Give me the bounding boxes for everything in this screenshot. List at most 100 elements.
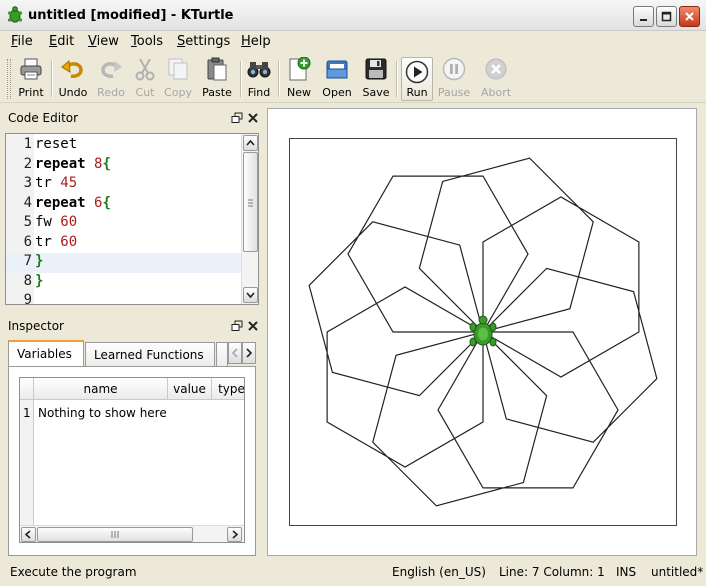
code-line[interactable]: 3 tr 45: [6, 175, 242, 195]
code-text: }: [35, 253, 44, 269]
code-line[interactable]: 5 fw 60: [6, 214, 242, 234]
tab-variables[interactable]: Variables: [8, 340, 84, 367]
pause-button[interactable]: Pause: [437, 57, 471, 101]
inspector-dock-header: Inspector: [5, 317, 261, 337]
scroll-left-button[interactable]: [21, 527, 36, 542]
pause-icon: [442, 57, 466, 81]
code-editor-vertical-scrollbar[interactable]: [241, 134, 258, 304]
chevron-left-icon: [24, 530, 31, 539]
horizontal-scroll-thumb[interactable]: [37, 527, 193, 542]
code-text: reset: [35, 136, 78, 152]
menu-bar: File Edit View Tools Settings Help: [0, 31, 706, 53]
copy-button[interactable]: Copy: [162, 57, 194, 101]
menu-help[interactable]: Help: [241, 34, 271, 49]
play-icon: [405, 60, 429, 84]
menu-edit[interactable]: Edit: [49, 34, 74, 49]
table-row[interactable]: Nothing to show here: [38, 406, 167, 420]
new-button[interactable]: New: [284, 57, 314, 101]
menu-file[interactable]: File: [11, 34, 33, 49]
find-button[interactable]: Find: [245, 57, 273, 101]
row-number: 1: [23, 406, 31, 420]
variables-table[interactable]: name value type 1 Nothing to show here: [19, 377, 245, 543]
line-number: 2: [23, 155, 32, 172]
code-line[interactable]: 6 tr 60: [6, 234, 242, 254]
code-text: repeat 6{: [35, 194, 111, 211]
table-horizontal-scrollbar[interactable]: [20, 525, 244, 542]
column-header-type[interactable]: type: [212, 378, 244, 400]
code-editor[interactable]: 1 reset 2 repeat 8{3 tr 45 4 repeat 6{5 fw 60 6 t…: [5, 133, 259, 305]
tab-scroll-left-button[interactable]: [228, 342, 242, 364]
code-line[interactable]: 7}: [6, 253, 242, 273]
maximize-button[interactable]: [656, 6, 677, 27]
tab-scroll-right-button[interactable]: [242, 342, 256, 364]
line-number: 9: [23, 292, 32, 305]
close-icon: [685, 12, 694, 21]
toolbar-separator: [278, 61, 280, 97]
chevron-left-icon: [231, 348, 238, 358]
scissors-icon: [135, 58, 155, 81]
code-text: repeat 8{: [35, 155, 111, 172]
minimize-button[interactable]: [633, 6, 654, 27]
menu-tools[interactable]: Tools: [131, 34, 163, 49]
chevron-right-icon: [232, 530, 239, 539]
float-dock-icon[interactable]: [231, 112, 243, 124]
scroll-right-button[interactable]: [227, 527, 242, 542]
chevron-up-icon: [246, 139, 255, 146]
status-bar: Execute the program English (en_US) Line…: [0, 560, 706, 586]
abort-button[interactable]: Abort: [479, 57, 513, 101]
code-text: fw 60: [35, 214, 78, 230]
line-number: 8: [23, 272, 32, 289]
cut-button[interactable]: Cut: [130, 57, 160, 101]
toolbar-separator: [51, 61, 53, 97]
line-number: 6: [23, 233, 32, 250]
inspector-panel: name value type 1 Nothing to show here: [8, 366, 256, 556]
status-insert-mode: INS: [616, 565, 637, 579]
code-line[interactable]: 4 repeat 6{: [6, 195, 242, 215]
line-number: 4: [23, 194, 32, 211]
toolbar-grip[interactable]: [7, 59, 11, 99]
redo-icon: [101, 61, 122, 78]
redo-button[interactable]: Redo: [94, 57, 128, 101]
float-dock-icon[interactable]: [231, 320, 243, 332]
status-language[interactable]: English (en_US): [392, 565, 486, 579]
code-line[interactable]: 1 reset: [6, 136, 242, 156]
code-line[interactable]: 2 repeat 8{: [6, 156, 242, 176]
line-number: 7: [23, 253, 32, 269]
clipboard-icon: [207, 57, 227, 81]
status-cursor-position: Line: 7 Column: 1: [499, 565, 605, 579]
column-header-value[interactable]: value: [168, 378, 212, 400]
scroll-up-button[interactable]: [243, 135, 258, 151]
copy-icon: [168, 58, 188, 80]
inspector-title: Inspector: [8, 319, 64, 333]
code-line[interactable]: 8}: [6, 273, 242, 293]
menu-settings[interactable]: Settings: [177, 34, 230, 49]
undo-button[interactable]: Undo: [56, 57, 90, 101]
menu-view[interactable]: View: [88, 34, 119, 49]
status-message: Execute the program: [10, 565, 137, 579]
turtle-app-icon: [7, 6, 23, 23]
close-dock-icon[interactable]: [247, 320, 259, 332]
main-toolbar: Print Undo Redo Cut Copy Paste Find New …: [0, 53, 706, 103]
paste-button[interactable]: Paste: [199, 57, 235, 101]
save-button[interactable]: Save: [360, 57, 392, 101]
open-button[interactable]: Open: [321, 57, 353, 101]
abort-icon: [485, 58, 507, 80]
scroll-thumb[interactable]: [243, 152, 258, 252]
close-window-button[interactable]: [679, 6, 700, 27]
grip-icon: [248, 199, 253, 207]
tab-learned-functions[interactable]: Learned Functions: [85, 342, 215, 366]
close-dock-icon[interactable]: [247, 112, 259, 124]
printer-icon: [20, 58, 42, 80]
scroll-down-button[interactable]: [243, 287, 258, 303]
maximize-icon: [661, 11, 672, 22]
turtle-canvas[interactable]: [289, 138, 677, 526]
canvas-area: [267, 108, 697, 556]
code-editor-title: Code Editor: [8, 111, 79, 125]
code-text: tr 60: [35, 233, 78, 250]
new-document-icon: [289, 57, 311, 81]
run-button[interactable]: Run: [401, 57, 433, 101]
column-header-name[interactable]: name: [34, 378, 168, 400]
toolbar-separator: [396, 61, 398, 97]
code-line[interactable]: 9: [6, 292, 242, 305]
print-button[interactable]: Print: [15, 57, 47, 101]
